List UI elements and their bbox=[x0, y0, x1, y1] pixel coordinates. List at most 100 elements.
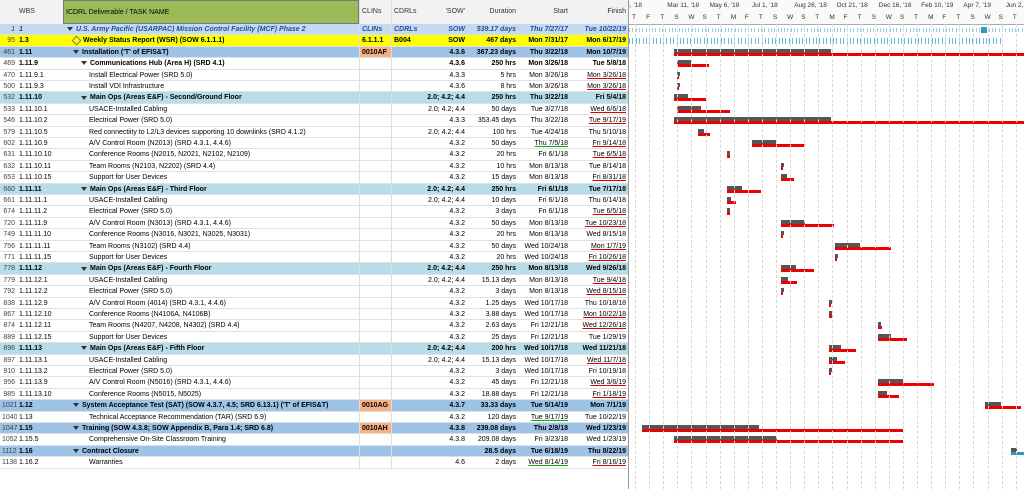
task-name-cell[interactable]: Installation ('T' of EFIS&T) bbox=[63, 47, 359, 57]
table-row[interactable]: 661 1.11.11.1 USACE-Installed Cabling 2.0; … bbox=[0, 195, 628, 207]
task-name-cell[interactable]: USACE-Installed Cabling bbox=[63, 104, 359, 114]
task-name-cell[interactable]: A/V Control Room (N5016) (SRD 4.3.1, 4.4… bbox=[63, 377, 359, 387]
table-row[interactable]: 874 1.11.12.11 Team Rooms (N4207, N4208, N… bbox=[0, 320, 628, 332]
task-bar[interactable] bbox=[829, 372, 832, 375]
task-name-cell[interactable]: U.S. Army Pacific (USARPAC) Mission Cont… bbox=[63, 24, 359, 34]
task-name-cell[interactable]: Support for User Devices bbox=[63, 332, 359, 342]
task-bar[interactable] bbox=[726, 155, 730, 159]
column-header-sow[interactable]: 'SOW' bbox=[421, 0, 473, 24]
table-row[interactable]: 756 1.11.11.11 Team Rooms (N3102) (SRD 4.4… bbox=[0, 240, 628, 252]
collapse-triangle-icon[interactable] bbox=[81, 61, 87, 66]
table-row[interactable]: 720 1.11.11.9 A/V Control Room (N3013) (SR… bbox=[0, 217, 628, 230]
table-row[interactable]: 897 1.11.13.1 USACE-Installed Cabling 2.0; … bbox=[0, 354, 628, 366]
table-row[interactable]: 470 1.11.9.1 Install Electrical Power (SRD… bbox=[0, 69, 628, 81]
task-bar[interactable] bbox=[673, 98, 706, 102]
collapse-triangle-icon[interactable] bbox=[81, 346, 87, 351]
task-name-cell[interactable]: A/V Control Room (N2013) (SRD 4.3.1, 4.4… bbox=[63, 138, 359, 148]
task-name-cell[interactable]: Main Ops (Areas E&F) - Fifth Floor bbox=[63, 343, 359, 353]
table-row[interactable]: 461 1.11 Installation ('T' of EFIS&T) 0010A… bbox=[0, 46, 628, 59]
task-name-cell[interactable]: Conference Rooms (N2015, N2021, N2102, N… bbox=[63, 149, 359, 159]
task-name-cell[interactable]: Contract Closure bbox=[63, 446, 359, 456]
task-bar[interactable] bbox=[834, 258, 837, 261]
task-bar[interactable] bbox=[674, 440, 903, 444]
task-name-cell[interactable]: Main Ops (Areas E&F) - Second/Ground Flo… bbox=[63, 92, 359, 102]
table-row[interactable]: 631 1.11.10.10 Conference Rooms (N2015, N2… bbox=[0, 149, 628, 161]
task-bar[interactable] bbox=[781, 223, 834, 227]
task-name-cell[interactable]: Technical Acceptance Recommendation (TAR… bbox=[63, 412, 359, 422]
table-row[interactable]: 867 1.11.12.10 Conference Rooms (N4106A, N… bbox=[0, 309, 628, 321]
table-row[interactable]: 632 1.11.10.11 Team Rooms (N2103, N2202) (… bbox=[0, 160, 628, 173]
task-name-cell[interactable]: Communications Hub (Area H) (SRD 4.1) bbox=[63, 58, 359, 68]
table-row[interactable]: 792 1.11.12.2 Electrical Power (SRD 5.0) 4.… bbox=[0, 286, 628, 298]
column-header-name[interactable]: ICDRL Deliverable / TASK NAME bbox=[63, 0, 359, 24]
task-bar[interactable] bbox=[726, 189, 761, 193]
task-name-cell[interactable]: Support for User Devices bbox=[63, 252, 359, 262]
task-bar[interactable] bbox=[726, 212, 730, 216]
task-name-cell[interactable]: Team Rooms (N4207, N4208, N4302) (SRD 4.… bbox=[63, 320, 359, 330]
task-bar[interactable] bbox=[781, 269, 814, 273]
task-name-cell[interactable]: USACE-Installed Cabling bbox=[63, 275, 359, 285]
task-name-cell[interactable]: Install VDI Infrastructure bbox=[63, 81, 359, 91]
task-name-cell[interactable]: Conference Rooms (N4106A, N4106B) bbox=[63, 309, 359, 319]
table-row[interactable]: 579 1.11.10.5 Red connectiity to L2/L3 dev… bbox=[0, 126, 628, 138]
table-row[interactable]: 1 1 U.S. Army Pacific (USARPAC) Mission Co… bbox=[0, 24, 628, 36]
task-name-cell[interactable]: Red connectiity to L2/L3 devices support… bbox=[63, 127, 359, 137]
gantt-chart[interactable]: '4, '18 Mar 11, '18 May 6, '18 Jul 1, '18 Au… bbox=[629, 0, 1024, 489]
column-header-wbs[interactable]: WBS bbox=[17, 0, 63, 24]
table-row[interactable]: 660 1.11.11 Main Ops (Areas E&F) - Third F… bbox=[0, 183, 628, 195]
task-bar[interactable] bbox=[726, 201, 737, 204]
task-bar[interactable] bbox=[673, 121, 1024, 125]
task-name-cell[interactable]: Weekly Status Report (WSR) (SOW 6.1.1.1) bbox=[63, 35, 359, 46]
column-header-finish[interactable]: Finish bbox=[570, 0, 628, 24]
task-name-cell[interactable]: Install Electrical Power (SRD 5.0) bbox=[63, 70, 359, 80]
table-row[interactable]: 1138 1.16.2 Warranties 4.6 2 days Wed 8/14/19… bbox=[0, 457, 628, 469]
task-name-cell[interactable]: Team Rooms (N3102) (SRD 4.4) bbox=[63, 241, 359, 251]
collapse-triangle-icon[interactable] bbox=[67, 27, 73, 32]
task-name-cell[interactable]: Conference Rooms (N5015, N5025) bbox=[63, 389, 359, 399]
table-row[interactable]: 1047 1.15 Training (SOW 4.3.8; SOW Appendi… bbox=[0, 423, 628, 435]
table-row[interactable]: 749 1.11.11.10 Conference Rooms (N3016, N3… bbox=[0, 229, 628, 241]
column-header-clin[interactable]: CLINs bbox=[359, 0, 391, 24]
task-bar[interactable] bbox=[642, 429, 903, 432]
table-row[interactable]: 1040 1.13 Technical Acceptance Recommendat… bbox=[0, 411, 628, 423]
task-bar[interactable] bbox=[1011, 451, 1024, 455]
task-bar[interactable] bbox=[877, 383, 934, 387]
collapse-triangle-icon[interactable] bbox=[81, 95, 87, 100]
task-bar[interactable] bbox=[673, 52, 1024, 56]
task-bar[interactable] bbox=[781, 178, 795, 182]
task-name-cell[interactable]: USACE-Installed Cabling bbox=[63, 355, 359, 365]
table-row[interactable]: 1052 1.15.5 Comprehensive On-Site Classroo… bbox=[0, 434, 628, 446]
table-row[interactable]: 653 1.11.10.15 Support for User Devices 4.3… bbox=[0, 172, 628, 184]
task-name-cell[interactable]: Warranties bbox=[63, 457, 359, 467]
table-row[interactable]: 533 1.11.10.1 USACE-Installed Cabling 2.0; … bbox=[0, 103, 628, 116]
task-name-cell[interactable]: Training (SOW 4.3.8; SOW Appendix B, Par… bbox=[63, 423, 359, 433]
task-bar[interactable] bbox=[781, 166, 784, 170]
table-row[interactable]: 779 1.11.12.1 USACE-Installed Cabling 2.0; … bbox=[0, 274, 628, 287]
milestone-marker[interactable] bbox=[981, 27, 987, 33]
table-row[interactable]: 546 1.11.10.2 Electrical Power (SRD 5.0) 4.… bbox=[0, 115, 628, 127]
table-row[interactable]: 896 1.11.13 Main Ops (Areas E&F) - Fifth F… bbox=[0, 343, 628, 355]
task-name-cell[interactable]: A/V Control Room (4014) (SRD 4.3.1, 4.4.… bbox=[63, 298, 359, 308]
table-row[interactable]: 469 1.11.9 Communications Hub (Area H) (SR… bbox=[0, 58, 628, 70]
column-header-cdrl[interactable]: CDRLs bbox=[391, 0, 421, 24]
table-row[interactable]: 602 1.11.10.9 A/V Control Room (N2013) (SR… bbox=[0, 138, 628, 150]
collapse-triangle-icon[interactable] bbox=[73, 448, 79, 453]
table-row[interactable]: 985 1.11.13.10 Conference Rooms (N5015, N5… bbox=[0, 388, 628, 401]
task-name-cell[interactable]: Main Ops (Areas E&F) - Third Floor bbox=[63, 184, 359, 194]
table-row[interactable]: 910 1.11.13.2 Electrical Power (SRD 5.0) 4.… bbox=[0, 366, 628, 378]
task-name-cell[interactable]: Team Rooms (N2103, N2202) (SRD 4.4) bbox=[63, 161, 359, 171]
collapse-triangle-icon[interactable] bbox=[81, 186, 87, 191]
table-row[interactable]: 771 1.11.11.15 Support for User Devices 4.3… bbox=[0, 252, 628, 264]
task-name-cell[interactable]: System Acceptance Test (SAT) (SOW 4.3.7,… bbox=[63, 400, 359, 410]
collapse-triangle-icon[interactable] bbox=[73, 49, 79, 54]
task-name-cell[interactable]: Electrical Power (SRD 5.0) bbox=[63, 206, 359, 216]
task-name-cell[interactable]: Main Ops (Areas E&F) - Fourth Floor bbox=[63, 263, 359, 273]
task-name-cell[interactable]: Electrical Power (SRD 5.0) bbox=[63, 286, 359, 296]
table-row[interactable]: 956 1.11.13.9 A/V Control Room (N5016) (SR… bbox=[0, 377, 628, 389]
task-bar[interactable] bbox=[676, 64, 709, 68]
table-row[interactable]: 889 1.11.12.15 Support for User Devices 4.3… bbox=[0, 331, 628, 344]
task-bar[interactable] bbox=[834, 246, 891, 250]
table-row[interactable]: 1021 1.12 System Acceptance Test (SAT) (SO… bbox=[0, 400, 628, 412]
table-row[interactable]: 778 1.11.12 Main Ops (Areas E&F) - Fourth … bbox=[0, 263, 628, 275]
table-row[interactable]: 500 1.11.9.3 Install VDI Infrastructure 4.3… bbox=[0, 81, 628, 93]
